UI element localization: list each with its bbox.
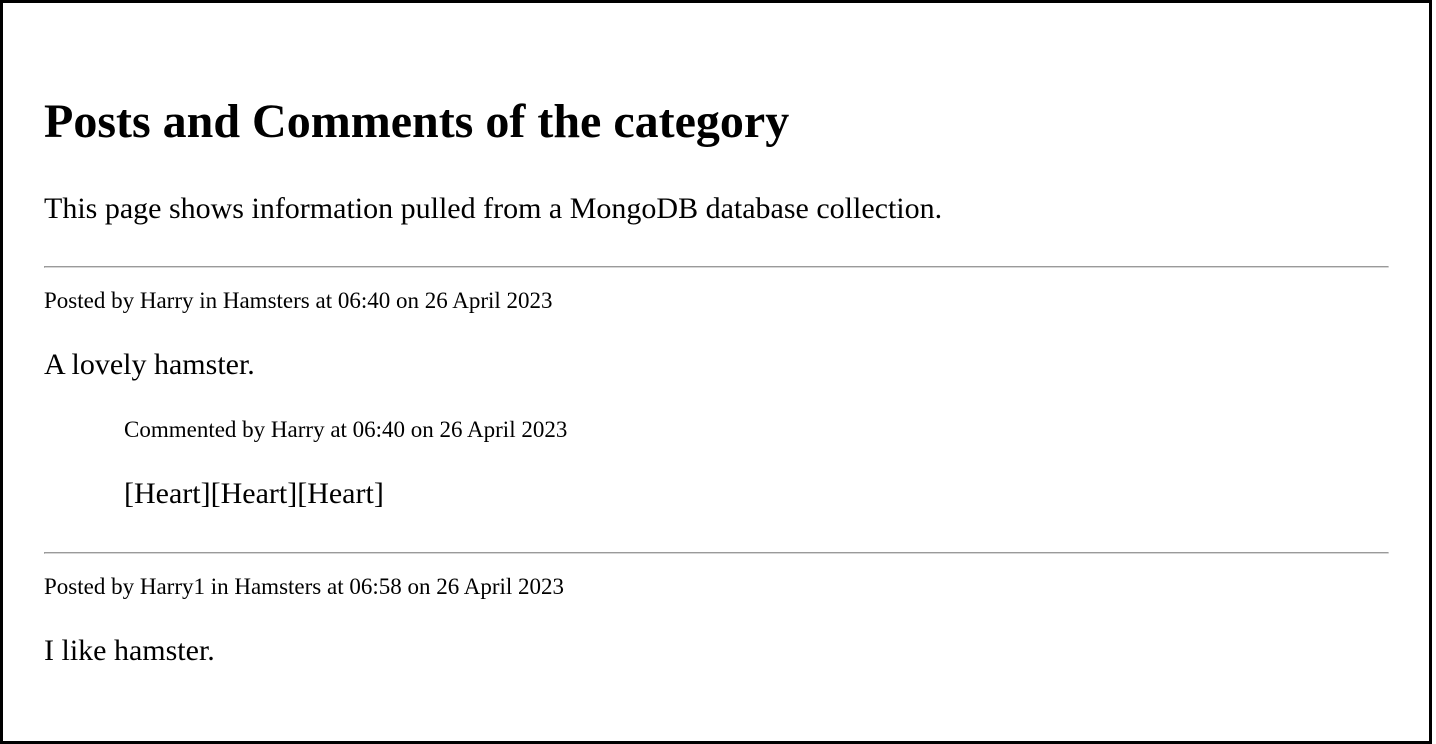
- page-title: Posts and Comments of the category: [44, 95, 790, 148]
- post-meta: Posted by Harry in Hamsters at 06:40 on …: [44, 288, 553, 313]
- page-intro: This page shows information pulled from …: [44, 192, 943, 225]
- page-frame: Posts and Comments of the category This …: [0, 0, 1432, 744]
- comment-body: [Heart][Heart][Heart]: [124, 477, 384, 510]
- post-body: I like hamster.: [44, 634, 215, 667]
- post-meta: Posted by Harry1 in Hamsters at 06:58 on…: [44, 574, 565, 599]
- comment-meta: Commented by Harry at 06:40 on 26 April …: [124, 417, 568, 442]
- post-divider: [44, 552, 1389, 554]
- post-divider: [44, 266, 1389, 268]
- post-body: A lovely hamster.: [44, 348, 255, 381]
